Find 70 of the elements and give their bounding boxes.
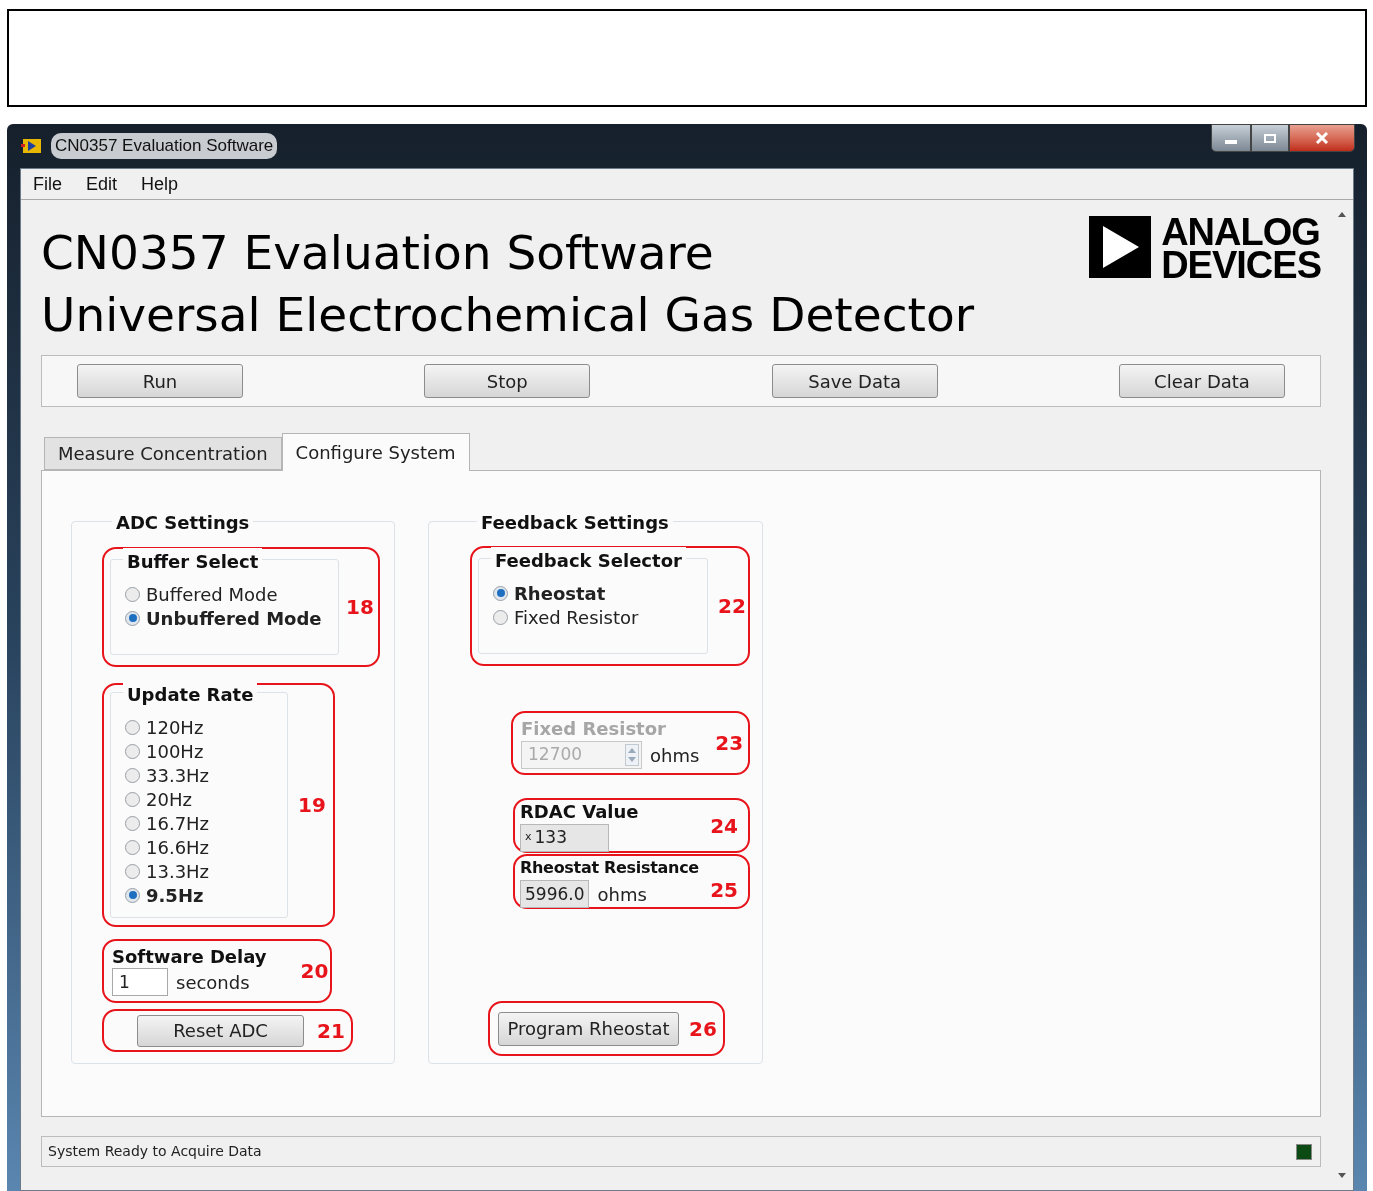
numeric-indicator: x 133 bbox=[520, 823, 609, 852]
menu-item[interactable]: File bbox=[33, 170, 62, 198]
callout-number: 24 bbox=[710, 812, 738, 840]
callout-number: 22 bbox=[718, 593, 746, 620]
radio-button[interactable] bbox=[493, 585, 508, 601]
callout-number: 18 bbox=[346, 594, 374, 621]
radio-button[interactable] bbox=[125, 767, 140, 783]
scroll-down-icon[interactable] bbox=[1337, 1173, 1346, 1178]
radio-button[interactable] bbox=[125, 743, 140, 759]
numeric-indicator: 5996.0 bbox=[520, 879, 590, 908]
minimize-button[interactable] bbox=[1211, 124, 1251, 152]
radio-label: 33.3Hz bbox=[146, 763, 210, 788]
push-button[interactable]: Stop bbox=[424, 364, 591, 398]
radio-label: Buffered Mode bbox=[146, 582, 278, 607]
callout-number: 21 bbox=[317, 1017, 345, 1045]
status-text: System Ready to Acquire Data bbox=[48, 1142, 262, 1161]
callout-number: 26 bbox=[689, 1015, 717, 1043]
menu-item[interactable]: Edit bbox=[86, 170, 118, 198]
menu-item[interactable]: Help bbox=[141, 170, 179, 198]
unit-label: seconds bbox=[176, 971, 250, 995]
callout-number: 23 bbox=[715, 730, 744, 757]
app-icon bbox=[21, 138, 43, 154]
radio-button[interactable] bbox=[125, 719, 140, 735]
radio-label: 16.7Hz bbox=[146, 811, 210, 836]
radio-button[interactable] bbox=[125, 791, 140, 807]
radio-button[interactable] bbox=[125, 887, 140, 903]
push-button[interactable]: Reset ADC bbox=[137, 1014, 304, 1047]
callout-number: 20 bbox=[300, 958, 329, 985]
radio-button[interactable] bbox=[125, 610, 140, 626]
spinner-icon bbox=[625, 744, 639, 766]
push-button[interactable]: Run bbox=[77, 364, 243, 398]
logo-text: DEVICES bbox=[1161, 249, 1321, 282]
radio-button[interactable] bbox=[125, 586, 140, 602]
tab[interactable]: Configure System bbox=[281, 433, 470, 471]
radio-label: Rheostat bbox=[514, 581, 606, 606]
push-button[interactable]: Save Data bbox=[771, 364, 938, 398]
field-label: Fixed Resistor bbox=[521, 717, 667, 741]
callout-number: 19 bbox=[298, 792, 326, 819]
scroll-up-icon[interactable] bbox=[1337, 212, 1346, 217]
radio-label: 120Hz bbox=[146, 715, 204, 740]
unit-label: ohms bbox=[650, 744, 700, 768]
field-label: Software Delay bbox=[112, 946, 267, 968]
heading-text: CN0357 Evaluation Software bbox=[41, 224, 715, 282]
input-field[interactable]: 1 bbox=[112, 968, 168, 996]
push-button[interactable]: Clear Data bbox=[1119, 364, 1285, 398]
radio-label: 20Hz bbox=[146, 787, 192, 812]
radio-button[interactable] bbox=[125, 839, 140, 855]
radio-label: 13.3Hz bbox=[146, 859, 210, 884]
close-icon bbox=[1315, 132, 1329, 144]
push-button[interactable]: Program Rheostat bbox=[498, 1011, 679, 1046]
field-label: Rheostat Resistance bbox=[520, 856, 699, 879]
group-title: Update Rate bbox=[123, 681, 258, 708]
heading-text: Universal Electrochemical Gas Detector bbox=[41, 286, 975, 344]
maximize-button[interactable] bbox=[1251, 124, 1289, 152]
radio-button[interactable] bbox=[493, 609, 508, 625]
unit-label: ohms bbox=[597, 882, 647, 907]
radio-label: Unbuffered Mode bbox=[146, 606, 322, 631]
close-button[interactable] bbox=[1289, 124, 1355, 152]
radio-label: 9.5Hz bbox=[146, 883, 204, 908]
callout-number: 25 bbox=[710, 876, 738, 904]
radio-label: Fixed Resistor bbox=[514, 605, 639, 630]
radio-button[interactable] bbox=[125, 815, 140, 831]
radio-button[interactable] bbox=[125, 863, 140, 879]
radio-label: 16.6Hz bbox=[146, 835, 210, 860]
field-label: RDAC Value bbox=[520, 799, 639, 824]
tab[interactable]: Measure Concentration bbox=[44, 437, 282, 470]
radio-label: 100Hz bbox=[146, 739, 204, 764]
logo-icon bbox=[1089, 216, 1152, 278]
logo-text: ANALOG bbox=[1161, 216, 1320, 249]
window-title: CN0357 Evaluation Software bbox=[51, 133, 278, 159]
